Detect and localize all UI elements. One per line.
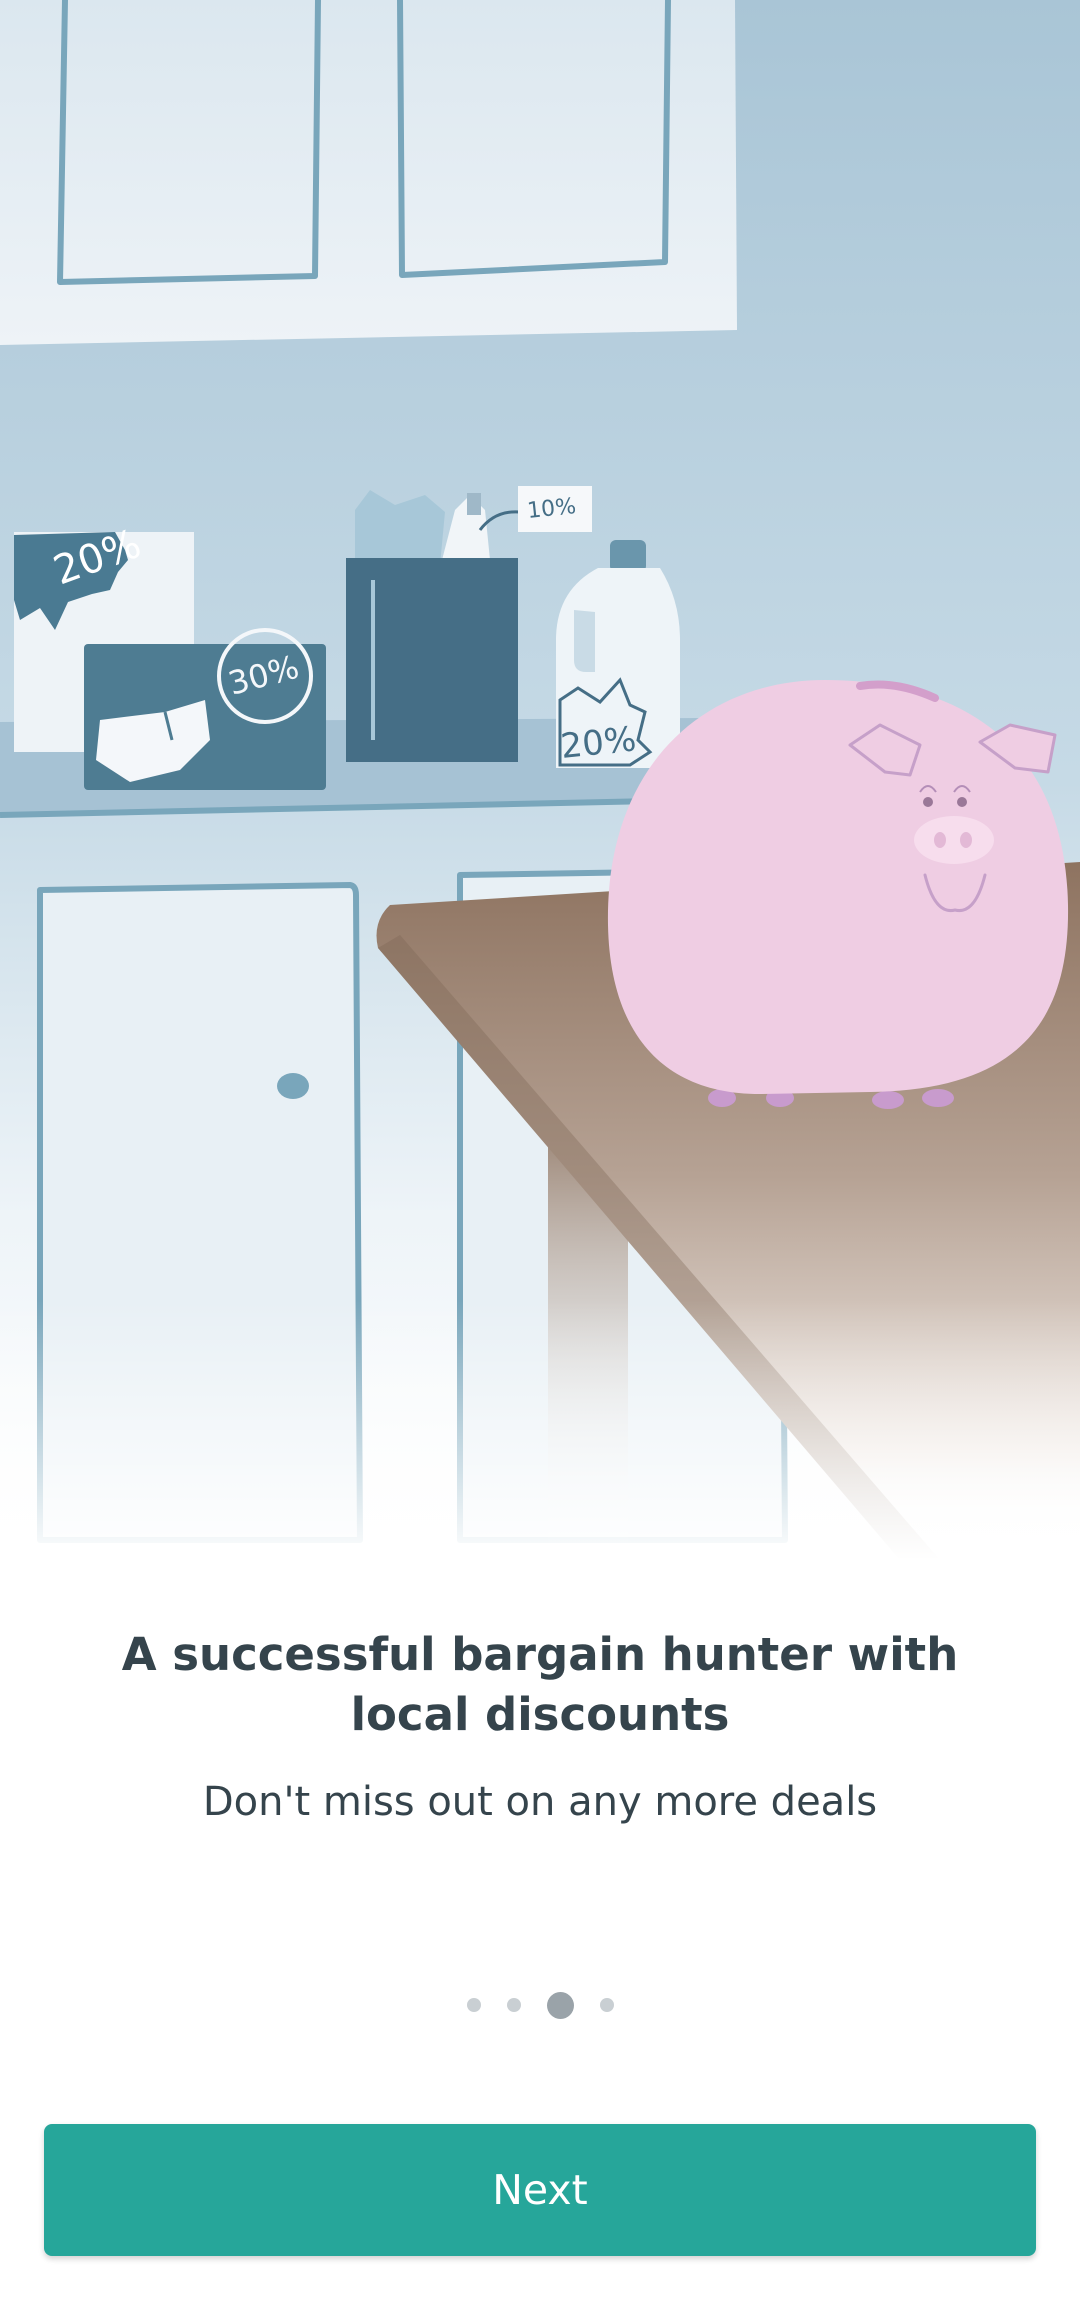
onboarding-headline: A successful bargain hunter with local d…: [121, 1628, 959, 1741]
page-dot-1[interactable]: [466, 1998, 481, 2012]
onboarding-illustration: 20% 30% 10% 20%: [0, 0, 1080, 1560]
next-button[interactable]: Next: [44, 2124, 1036, 2256]
discount-20-jug-text: 20%: [559, 719, 638, 767]
onboarding-subtitle: Don't miss out on any more deals: [202, 1779, 878, 1825]
page-dot-4[interactable]: [599, 1998, 614, 2012]
discount-10-tag-text: 10%: [526, 494, 577, 524]
page-dot-2[interactable]: [506, 1998, 521, 2012]
onboarding-text: A successful bargain hunter with local d…: [60, 1625, 1020, 1829]
page-dot-3-active[interactable]: [546, 1991, 574, 2019]
onboarding-screen: 20% 30% 10% 20% A successful bargain hun…: [0, 0, 1080, 2300]
page-indicator: [0, 1985, 1080, 2025]
